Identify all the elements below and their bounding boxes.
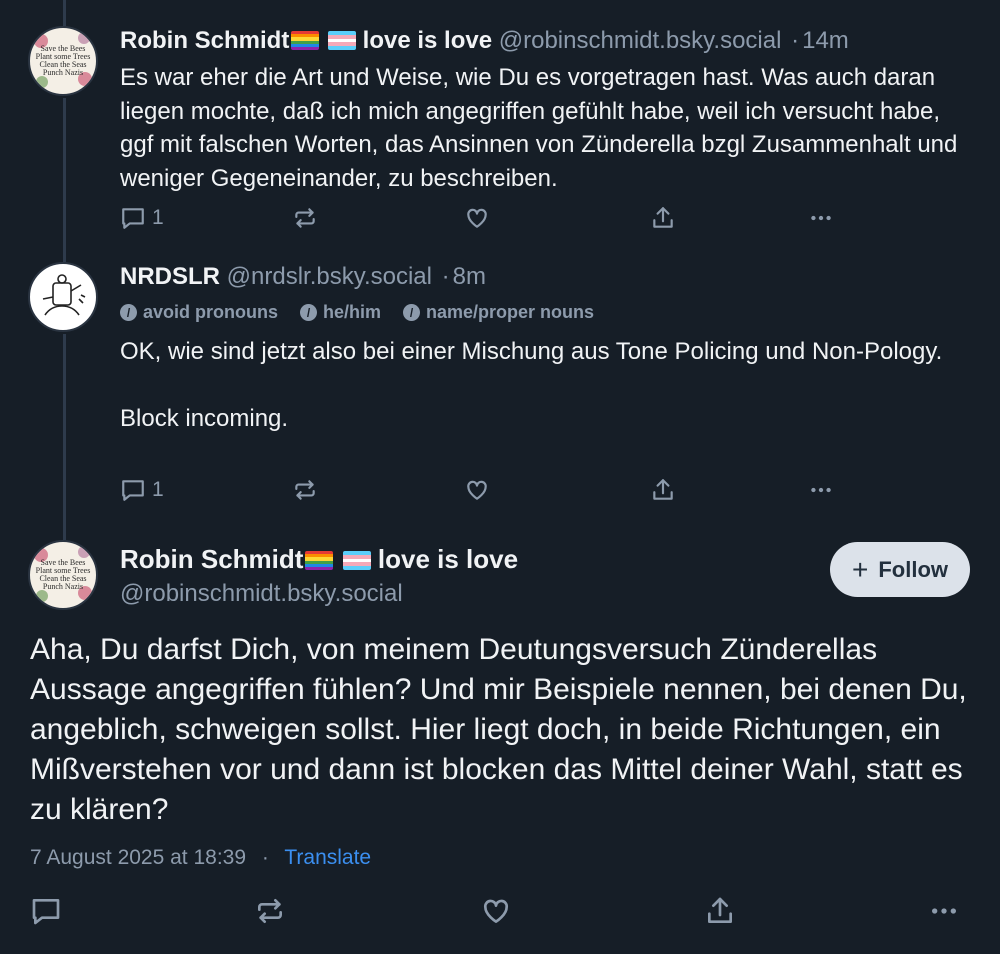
- avatar[interactable]: Save the Bees Plant some Trees Clean the…: [28, 26, 98, 96]
- post-header: Robin Schmidt love is love @robinschmidt…: [120, 26, 849, 56]
- pronoun-text: avoid pronouns: [143, 302, 278, 322]
- follow-label: Follow: [878, 556, 948, 582]
- repost-icon: [295, 208, 315, 228]
- pronoun-label[interactable]: / avoid pronouns: [120, 302, 278, 323]
- rainbow-flag-icon: [305, 551, 334, 570]
- post-actions: 1: [120, 477, 840, 507]
- like-icon: [483, 899, 509, 923]
- pronoun-text: he/him: [323, 302, 382, 322]
- share-icon: [708, 897, 732, 923]
- separator: ·: [441, 263, 450, 290]
- plus-icon: +: [851, 553, 869, 585]
- more-icon: [811, 215, 831, 221]
- reply-count: 1: [152, 206, 164, 229]
- like-icon: [467, 480, 487, 500]
- main-post-avatar[interactable]: Save the Bees Plant some Trees Clean the…: [28, 540, 98, 610]
- post-text-line: Block incoming.: [120, 405, 289, 432]
- translate-link[interactable]: Translate: [284, 846, 371, 869]
- post-text: OK, wie sind jetzt also bei einer Mischu…: [120, 335, 960, 436]
- avatar-drawing-icon: [42, 274, 86, 316]
- like-button[interactable]: [480, 895, 512, 927]
- main-post-display-name-line: Robin Schmidt love is love: [120, 544, 518, 574]
- avatar[interactable]: [28, 262, 98, 332]
- follow-button[interactable]: + Follow: [830, 542, 970, 597]
- reply-count: 1: [152, 478, 164, 501]
- more-button[interactable]: [928, 895, 960, 927]
- share-icon: [653, 207, 673, 228]
- more-icon: [811, 487, 831, 493]
- more-button[interactable]: [808, 477, 834, 503]
- repost-icon: [295, 480, 315, 500]
- repost-icon: [258, 899, 282, 923]
- post-text-line: OK, wie sind jetzt also bei einer Mischu…: [120, 338, 943, 365]
- repost-button[interactable]: [292, 477, 318, 503]
- display-name[interactable]: Robin Schmidt: [120, 544, 303, 574]
- main-post-text: Aha, Du darfst Dich, von meinem Deutungs…: [30, 633, 967, 826]
- reply-button[interactable]: 1: [120, 477, 164, 503]
- label-icon: /: [300, 304, 317, 321]
- main-post-actions: [30, 895, 970, 925]
- label-icon: /: [120, 304, 137, 321]
- handle[interactable]: @robinschmidt.bsky.social: [499, 27, 782, 54]
- timestamp[interactable]: 14m: [802, 27, 849, 54]
- rainbow-flag-icon: [291, 31, 320, 50]
- like-button[interactable]: [464, 205, 490, 231]
- trans-flag-icon: [342, 551, 371, 570]
- display-name-suffix[interactable]: love is love: [371, 544, 518, 574]
- display-name-suffix[interactable]: love is love: [356, 27, 492, 54]
- like-icon: [467, 208, 487, 228]
- pronoun-label[interactable]: / he/him: [300, 302, 381, 323]
- avatar-text: Save the Bees Plant some Trees Clean the…: [35, 44, 91, 77]
- label-icon: /: [403, 304, 421, 321]
- post-text: Es war eher die Art und Weise, wie Du es…: [120, 64, 958, 192]
- share-button[interactable]: [650, 205, 676, 231]
- post-header: NRDSLR @nrdslr.bsky.social · 8m: [120, 262, 486, 292]
- more-button[interactable]: [808, 205, 834, 231]
- more-icon: [932, 908, 956, 914]
- main-post-handle-line: @robinschmidt.bsky.social: [120, 579, 403, 609]
- pronoun-text: name/proper nouns: [426, 302, 595, 322]
- reply-icon: [32, 899, 60, 925]
- timestamp[interactable]: 8m: [453, 263, 486, 290]
- reply-button[interactable]: [30, 895, 62, 927]
- share-button[interactable]: [704, 895, 736, 927]
- avatar-text: Save the Bees Plant some Trees Clean the…: [35, 558, 91, 591]
- pronoun-labels: / avoid pronouns / he/him / name/proper nou…: [120, 302, 594, 323]
- share-button[interactable]: [650, 477, 676, 503]
- separator: ·: [261, 846, 269, 869]
- post-date: 7 August 2025 at 18:39: [30, 846, 247, 869]
- trans-flag-icon: [328, 31, 356, 50]
- share-icon: [653, 479, 673, 500]
- thread-post-2[interactable]: NRDSLR @nrdslr.bsky.social · 8m / avoid pr…: [0, 244, 1000, 516]
- handle[interactable]: @nrdslr.bsky.social: [227, 263, 432, 290]
- post-actions: 1: [120, 205, 840, 235]
- display-name[interactable]: Robin Schmidt: [120, 27, 289, 54]
- display-name[interactable]: NRDSLR: [120, 263, 220, 290]
- repost-button[interactable]: [292, 205, 318, 231]
- reply-icon: [122, 480, 144, 501]
- pronoun-label[interactable]: / name/proper nouns: [403, 302, 594, 323]
- reply-button[interactable]: 1: [120, 205, 164, 231]
- repost-button[interactable]: [254, 895, 286, 927]
- thread-post-1[interactable]: Save the Bees Plant some Trees Clean the…: [0, 0, 1000, 244]
- main-post-meta: 7 August 2025 at 18:39 · Translate: [30, 846, 371, 870]
- like-button[interactable]: [464, 477, 490, 503]
- reply-icon: [122, 208, 144, 229]
- handle[interactable]: @robinschmidt.bsky.social: [120, 580, 403, 607]
- separator: ·: [791, 27, 800, 54]
